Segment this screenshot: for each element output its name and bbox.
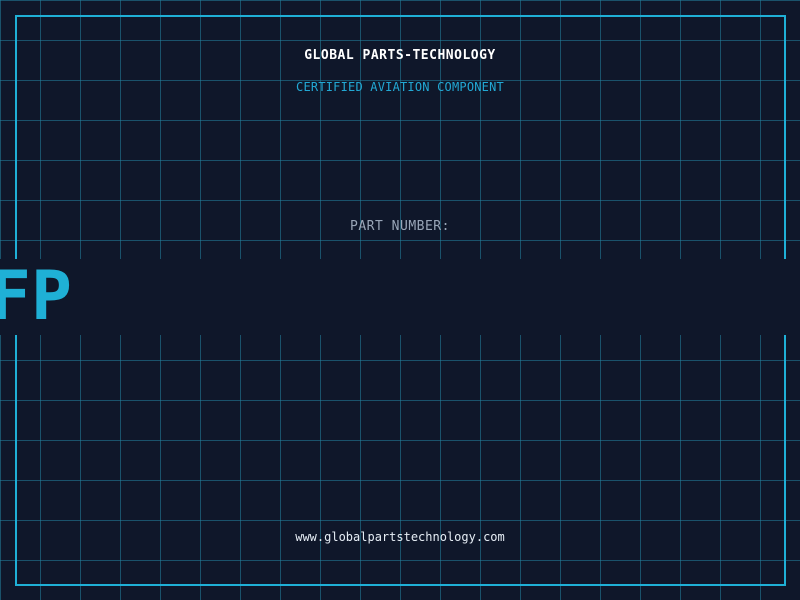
company-name: GLOBAL PARTS-TECHNOLOGY — [304, 48, 496, 63]
website-url: www.globalpartstechnology.com — [295, 530, 505, 544]
certification-tagline: CERTIFIED AVIATION COMPONENT — [296, 80, 504, 94]
part-number-value: FP — [0, 259, 72, 335]
part-number-band: FP — [0, 259, 800, 335]
part-number-label: PART NUMBER: — [350, 219, 450, 234]
